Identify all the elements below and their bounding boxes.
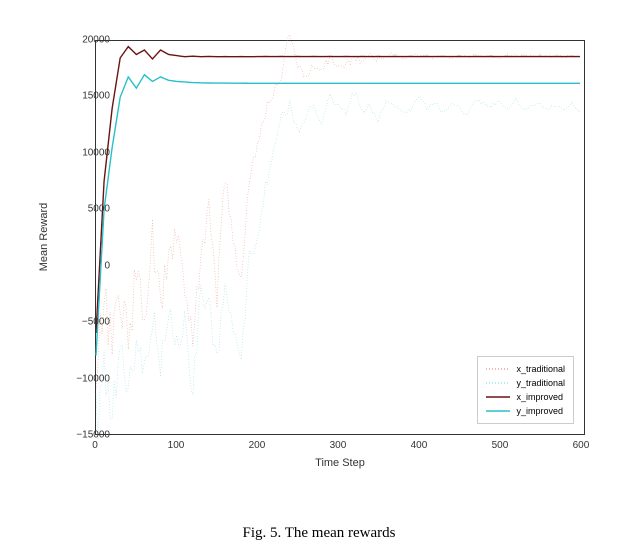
x-axis-label: Time Step — [315, 457, 365, 469]
x-tick-label: 100 — [168, 440, 185, 451]
x-tick-label: 200 — [249, 440, 266, 451]
legend: x_traditional y_traditional x_improved y… — [477, 356, 574, 424]
x-tick-label: 300 — [330, 440, 347, 451]
y-tick-label: 15000 — [82, 91, 110, 102]
x-tick-label: 600 — [573, 440, 590, 451]
y-axis-label: Mean Reward — [38, 203, 50, 271]
legend-swatch-icon — [486, 393, 510, 401]
legend-entry: y_improved — [486, 404, 565, 418]
y-tick-label: 0 — [104, 260, 110, 271]
legend-entry: x_traditional — [486, 362, 565, 376]
series-x_traditional — [96, 35, 580, 389]
legend-swatch-icon — [486, 379, 510, 387]
series-y_improved — [96, 75, 580, 356]
y-tick-label: 20000 — [82, 35, 110, 46]
legend-swatch-icon — [486, 365, 510, 373]
legend-swatch-icon — [486, 407, 510, 415]
y-tick-label: −10000 — [76, 373, 110, 384]
legend-label: y_improved — [516, 406, 563, 416]
x-tick-label: 500 — [492, 440, 509, 451]
legend-entry: x_improved — [486, 390, 565, 404]
plot-area: x_traditional y_traditional x_improved y… — [95, 40, 585, 435]
y-tick-label: −15000 — [76, 430, 110, 441]
figure-wrapper: x_traditional y_traditional x_improved y… — [30, 15, 610, 485]
series-x_improved — [96, 47, 580, 333]
x-tick-label: 0 — [92, 440, 98, 451]
y-tick-label: 5000 — [88, 204, 110, 215]
x-tick-label: 400 — [411, 440, 428, 451]
legend-label: x_improved — [516, 392, 563, 402]
y-tick-label: −5000 — [82, 317, 110, 328]
figure-caption: Fig. 5. The mean rewards — [0, 525, 638, 542]
legend-label: y_traditional — [516, 378, 565, 388]
y-tick-label: 10000 — [82, 147, 110, 158]
legend-entry: y_traditional — [486, 376, 565, 390]
legend-label: x_traditional — [516, 364, 565, 374]
